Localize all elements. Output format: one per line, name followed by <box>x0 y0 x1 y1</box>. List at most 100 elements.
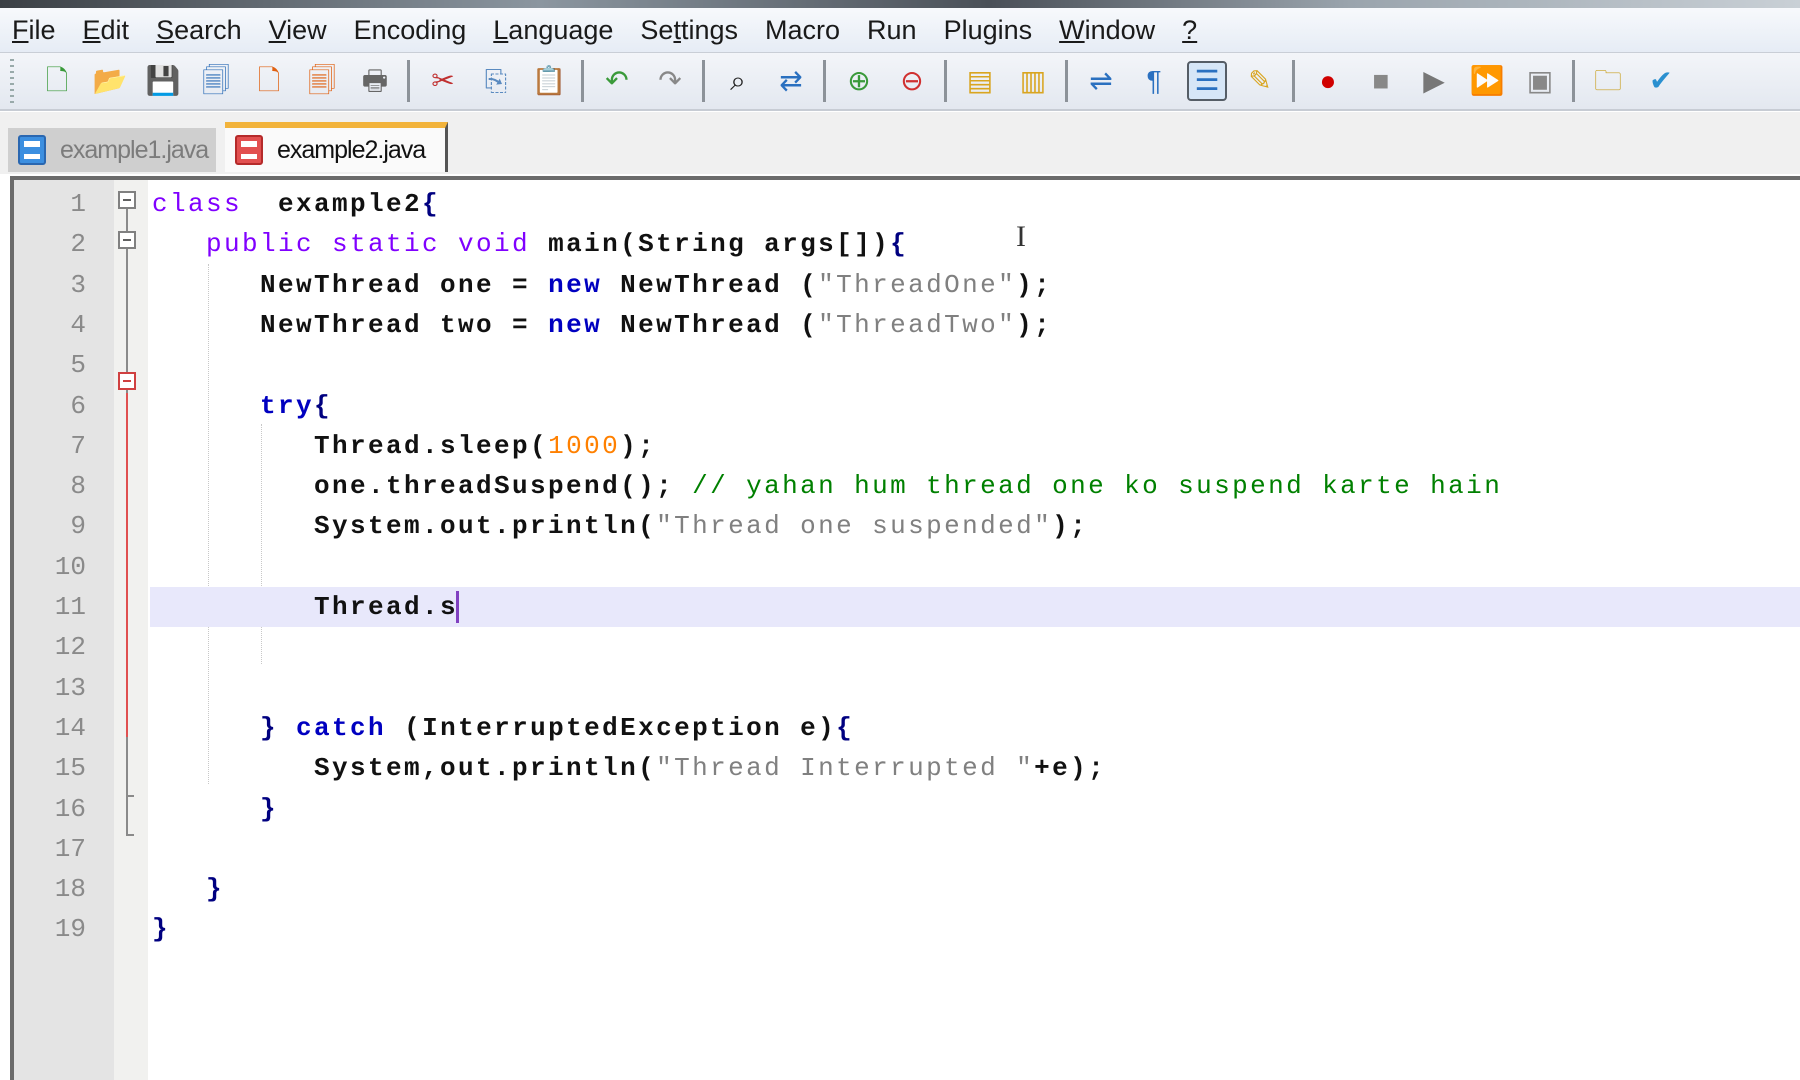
menu-macro[interactable]: Macro <box>753 8 855 52</box>
undo-icon: ↶ <box>605 65 629 96</box>
show-all-chars-button[interactable]: ¶ <box>1134 61 1174 101</box>
code-line[interactable]: 12 <box>14 627 1800 667</box>
sync-vertical-button[interactable]: ▤ <box>960 61 1000 101</box>
code-token: one.threadSuspend(); <box>152 471 693 502</box>
menu-settings[interactable]: Settings <box>628 8 753 52</box>
close-button[interactable]: 🗋 <box>249 61 289 101</box>
code-line[interactable]: 18 } <box>14 869 1800 909</box>
redo-button[interactable]: ↷ <box>650 61 690 101</box>
brace: } <box>152 793 279 824</box>
save-all-button[interactable]: 🗐 <box>196 61 236 101</box>
code-text: NewThread two = new NewThread ("ThreadTw… <box>152 305 1052 345</box>
find-button[interactable]: ⌕ <box>718 61 758 101</box>
menu-label: Encoding <box>353 15 467 45</box>
menu-search[interactable]: Search <box>144 8 257 52</box>
tab-label: example2.java <box>277 135 426 164</box>
menu-view[interactable]: View <box>257 8 342 52</box>
code-token: ); <box>1016 309 1053 340</box>
zoom-in-button[interactable]: ⊕ <box>839 61 879 101</box>
undo-button[interactable]: ↶ <box>597 61 637 101</box>
menu-encoding[interactable]: Encoding <box>342 8 482 52</box>
menu-help[interactable]: ? <box>1170 8 1212 52</box>
run-macro-multiple-button[interactable]: ⏩ <box>1467 61 1507 101</box>
menu-window[interactable]: Window <box>1047 8 1170 52</box>
editor[interactable]: 1 class example2{2 public static void mai… <box>10 176 1800 1080</box>
code-token: ); <box>620 430 657 461</box>
indent-guide-icon: ☰ <box>1194 65 1220 96</box>
replace-icon: ⇄ <box>779 65 803 96</box>
menu-language[interactable]: Language <box>481 8 628 52</box>
code-line[interactable]: 4 NewThread two = new NewThread ("Thread… <box>14 305 1800 345</box>
menu-label: Plugins <box>943 15 1033 45</box>
code-line[interactable]: 1 class example2{ <box>14 184 1800 224</box>
code-token: example2 <box>242 189 423 219</box>
toolbar-grip[interactable] <box>10 59 14 103</box>
sync-horizontal-button[interactable]: ▥ <box>1013 61 1053 101</box>
close-all-icon: 🗐 <box>308 65 336 96</box>
new-file-button[interactable]: 🗋 <box>37 61 77 101</box>
code-line[interactable]: 10 <box>14 547 1800 587</box>
code-line[interactable]: 8 one.threadSuspend(); // yahan hum thre… <box>14 466 1800 506</box>
line-number: 1 <box>70 189 86 219</box>
word-wrap-button[interactable]: ⇌ <box>1081 61 1121 101</box>
keyword: try <box>260 390 315 421</box>
playback-macro-button[interactable]: ▶ <box>1414 61 1454 101</box>
code-line[interactable]: 3 NewThread one = new NewThread ("Thread… <box>14 265 1800 305</box>
stop-record-icon: ■ <box>1372 65 1390 96</box>
save-macro-button[interactable]: ▣ <box>1520 61 1560 101</box>
menu-file[interactable]: File <box>0 8 71 52</box>
code-token: main(String args[]) <box>530 229 891 260</box>
line-number: 15 <box>54 753 86 784</box>
menu-run[interactable]: Run <box>855 8 932 52</box>
code-line[interactable]: 6 try{ <box>14 386 1800 426</box>
indent-guide-button[interactable]: ☰ <box>1187 61 1227 101</box>
code-line[interactable]: 15 System,out.println("Thread Interrupte… <box>14 748 1800 788</box>
code-text: } <box>152 789 278 829</box>
code-line[interactable]: 19} <box>14 909 1800 949</box>
function-list-button[interactable]: 🗀 <box>1588 61 1628 101</box>
copy-button[interactable]: ⎘ <box>476 61 516 101</box>
keyword: new <box>548 309 603 340</box>
run-macro-multiple-icon: ⏩ <box>1469 65 1505 96</box>
replace-button[interactable]: ⇄ <box>771 61 811 101</box>
tab-example1-java[interactable]: example1.java <box>8 128 216 172</box>
code-line[interactable]: 7 Thread.sleep(1000); <box>14 426 1800 466</box>
user-language-button[interactable]: ✎ <box>1240 61 1280 101</box>
stop-record-button[interactable]: ■ <box>1361 61 1401 101</box>
paste-button[interactable]: 📋 <box>529 61 569 101</box>
zoom-out-button[interactable]: ⊖ <box>892 61 932 101</box>
toolbar-separator <box>944 60 947 102</box>
print-button[interactable]: 🖶 <box>355 61 395 101</box>
save-button[interactable]: 💾 <box>143 61 183 101</box>
code-line[interactable]: 2 public static void main(String args[])… <box>14 224 1800 264</box>
toolbar-separator <box>1572 60 1575 102</box>
code-line[interactable]: 14 } catch (InterruptedException e){ <box>14 708 1800 748</box>
playback-macro-icon: ▶ <box>1423 65 1445 96</box>
record-macro-button[interactable]: ● <box>1308 61 1348 101</box>
saved-file-icon <box>18 135 46 165</box>
code-token: ); <box>1052 511 1089 542</box>
menu-plugins[interactable]: Plugins <box>932 8 1048 52</box>
cut-button[interactable]: ✂ <box>423 61 463 101</box>
menu-edit[interactable]: Edit <box>71 8 145 52</box>
line-number: 8 <box>70 471 86 502</box>
spell-check-button[interactable]: ✔ <box>1641 61 1681 101</box>
code-line[interactable]: 17 <box>14 829 1800 869</box>
code-line[interactable]: 13 <box>14 668 1800 708</box>
code-text: class example2{ <box>152 184 440 224</box>
code-token: NewThread one = <box>152 269 549 300</box>
close-all-button[interactable]: 🗐 <box>302 61 342 101</box>
keyword: class <box>152 189 243 219</box>
line-number: 13 <box>54 672 86 703</box>
code-line[interactable]: 11 Thread.s <box>14 587 1800 627</box>
code-line[interactable]: 5 <box>14 345 1800 385</box>
code-text: try{ <box>152 386 332 426</box>
code-line[interactable]: 16 } <box>14 789 1800 829</box>
open-file-button[interactable]: 📂 <box>90 61 130 101</box>
tab-example2-java[interactable]: example2.java <box>225 122 448 172</box>
print-icon: 🖶 <box>361 65 389 96</box>
text-caret <box>456 591 460 624</box>
code-line[interactable]: 9 System.out.println("Thread one suspend… <box>14 506 1800 546</box>
